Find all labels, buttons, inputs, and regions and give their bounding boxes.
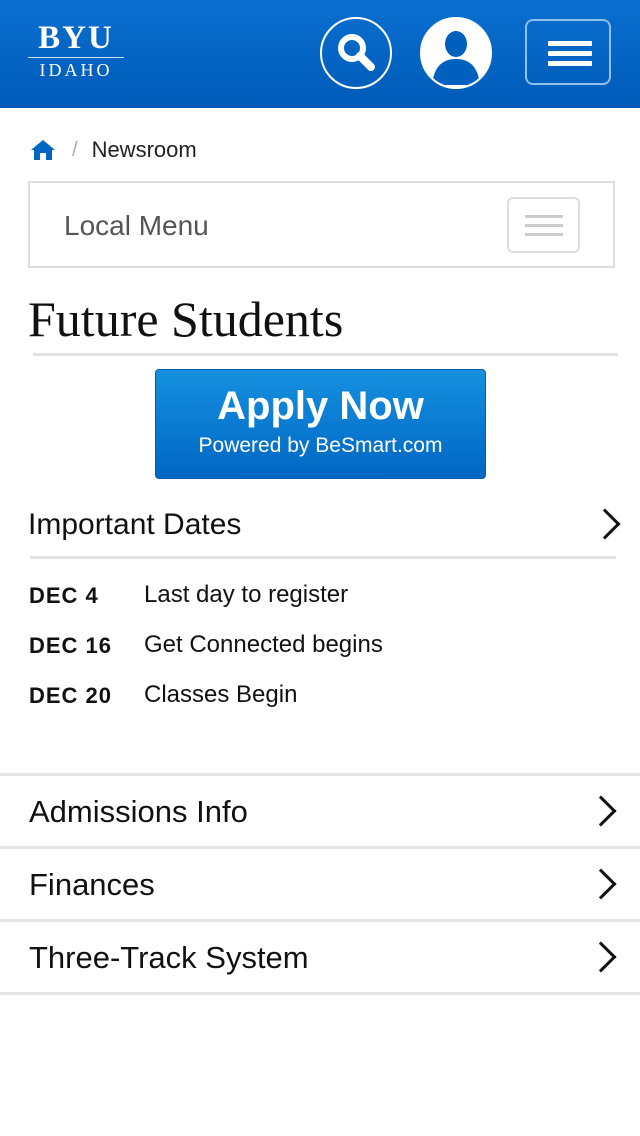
logo-divider [28, 57, 124, 58]
nav-item-label: Three-Track System [29, 940, 309, 975]
date-item: DEC 20 Classes Begin [29, 679, 589, 709]
breadcrumb: / Newsroom [30, 134, 197, 166]
logo-main-text: BYU [38, 20, 114, 56]
date-item: DEC 4 Last day to register [29, 579, 589, 609]
byu-idaho-logo[interactable]: BYU IDAHO [28, 22, 124, 80]
date-item: DEC 16 Get Connected begins [29, 629, 589, 659]
chevron-right-icon [585, 868, 617, 900]
local-menu-toggle[interactable] [507, 197, 580, 253]
section-nav-list: Admissions Info Finances Three-Track Sys… [0, 773, 640, 995]
breadcrumb-current[interactable]: Newsroom [92, 137, 197, 163]
date-description: Classes Begin [144, 681, 298, 708]
chevron-right-icon [589, 508, 621, 540]
nav-item-three-track-system[interactable]: Three-Track System [0, 922, 640, 995]
important-dates-label: Important Dates [28, 508, 242, 541]
date-description: Get Connected begins [144, 631, 383, 658]
date-description: Last day to register [144, 581, 349, 608]
main-menu-button[interactable] [525, 19, 611, 85]
home-icon[interactable] [30, 138, 56, 162]
nav-item-finances[interactable]: Finances [0, 849, 640, 922]
apply-now-label: Apply Now [217, 384, 424, 428]
chevron-right-icon [585, 941, 617, 973]
apply-now-button[interactable]: Apply Now Powered by BeSmart.com [155, 369, 486, 479]
date-label: DEC 4 [29, 583, 99, 608]
dates-divider [30, 556, 616, 559]
page-title: Future Students [28, 291, 344, 347]
user-icon [432, 31, 480, 85]
logo-sub-text: IDAHO [39, 60, 113, 80]
nav-item-label: Finances [29, 867, 155, 902]
date-label: DEC 16 [29, 633, 113, 658]
account-button[interactable] [420, 17, 492, 89]
local-menu[interactable]: Local Menu [28, 181, 615, 268]
search-button[interactable] [320, 17, 392, 89]
nav-item-label: Admissions Info [29, 794, 248, 829]
date-label: DEC 20 [29, 683, 113, 708]
important-dates-header[interactable]: Important Dates [28, 500, 621, 558]
local-menu-label: Local Menu [64, 210, 209, 241]
nav-item-admissions-info[interactable]: Admissions Info [0, 776, 640, 849]
chevron-right-icon [585, 795, 617, 827]
breadcrumb-separator: / [72, 138, 78, 161]
search-icon [338, 34, 375, 71]
title-divider [33, 353, 618, 356]
top-header: BYU IDAHO [0, 0, 640, 108]
apply-now-sublabel: Powered by BeSmart.com [198, 434, 443, 457]
